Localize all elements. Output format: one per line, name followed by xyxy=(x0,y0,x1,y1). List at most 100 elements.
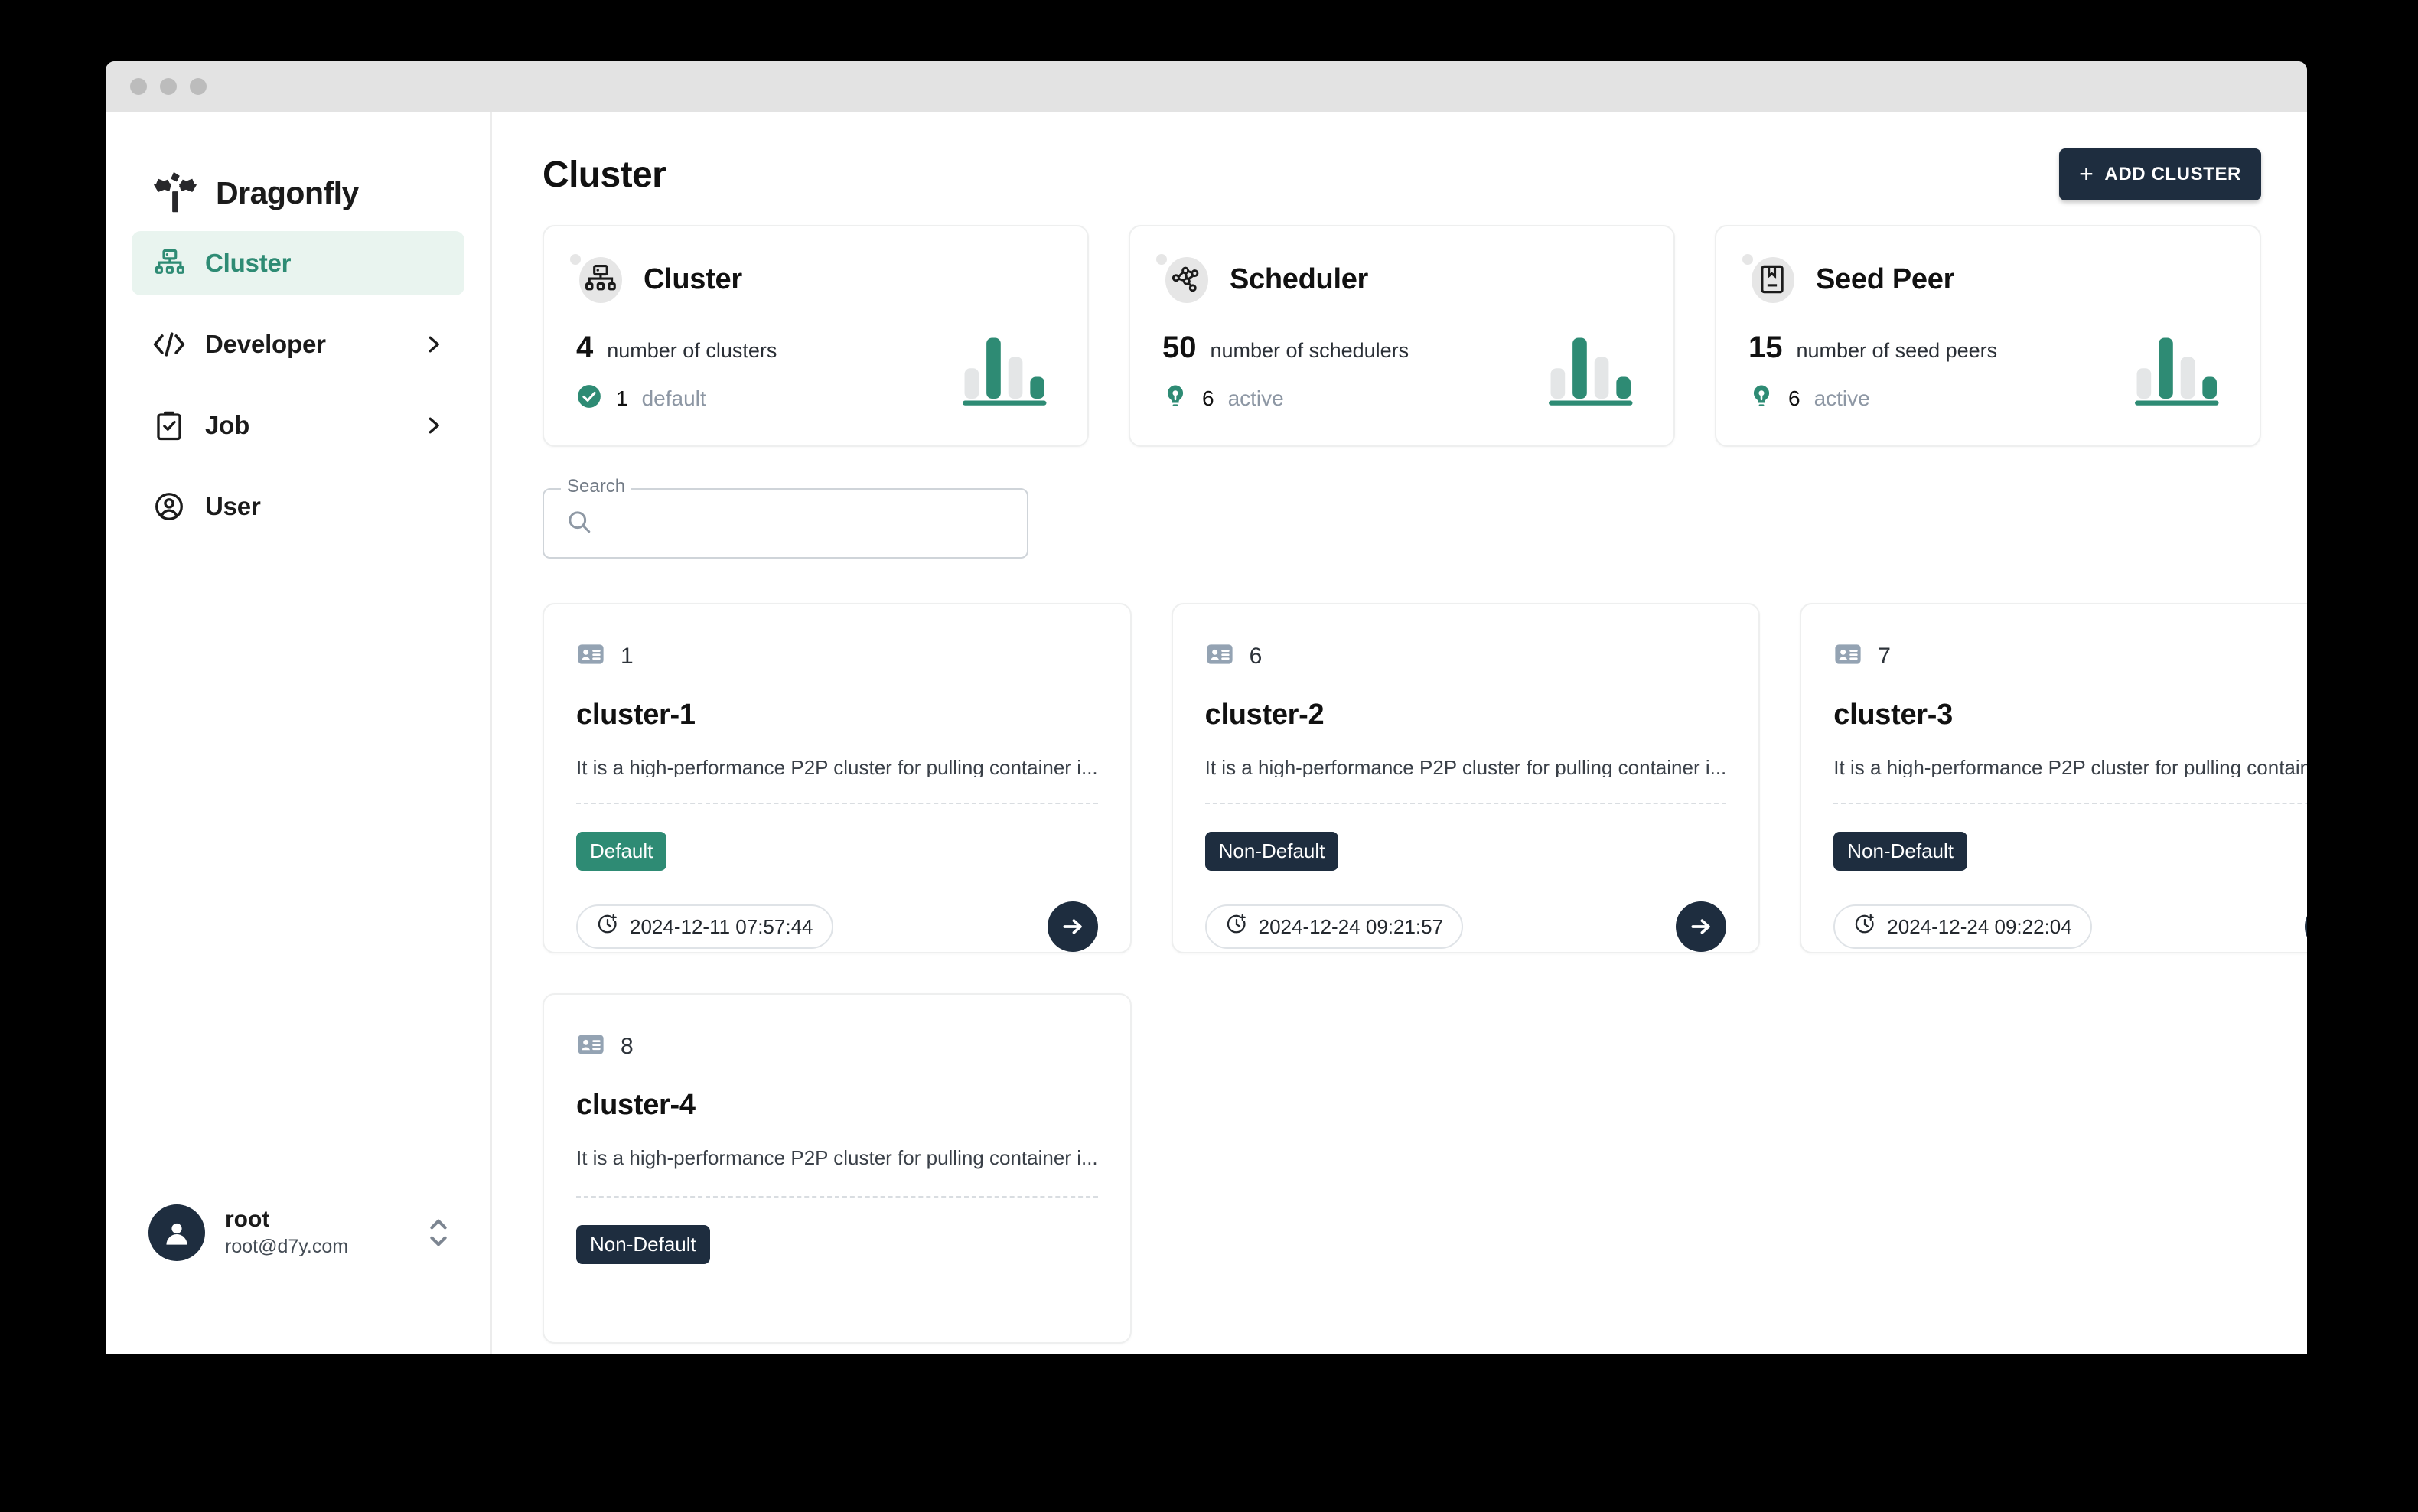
created-at-pill: 2024-12-24 09:22:04 xyxy=(1833,904,2092,949)
search-icon xyxy=(565,508,593,539)
stat-status-count: 6 xyxy=(1202,386,1214,410)
app-body: Dragonfly Cluster Developer Job User roo… xyxy=(106,112,2307,1354)
created-at-value: 2024-12-11 07:57:44 xyxy=(630,914,813,938)
clock-plus-icon xyxy=(596,913,619,941)
page-header: Cluster + ADD CLUSTER xyxy=(543,112,2261,225)
status-badge: Non-Default xyxy=(576,1225,710,1264)
open-cluster-button[interactable] xyxy=(1676,901,1727,952)
cluster-card-footer: 2024-12-24 09:22:04 xyxy=(1833,901,2307,952)
page-title: Cluster xyxy=(543,154,666,195)
add-cluster-button[interactable]: + ADD CLUSTER xyxy=(2059,148,2261,200)
sparkline-bar-chart xyxy=(1546,332,1641,410)
brand-name: Dragonfly xyxy=(216,174,359,210)
sidebar-item-label: Developer xyxy=(205,330,326,358)
id-badge-icon xyxy=(576,640,605,673)
stat-count: 15 xyxy=(1748,331,1783,364)
zoom-window-button[interactable] xyxy=(190,78,207,95)
cluster-icon xyxy=(570,254,624,303)
cluster-description: It is a high-performance P2P cluster for… xyxy=(576,1146,1098,1169)
sparkline-bar-chart xyxy=(2132,332,2227,410)
stat-card-seed-peer: Seed Peer 15 number of seed peers 6 acti… xyxy=(1715,225,2261,447)
search-input[interactable] xyxy=(605,511,988,536)
cluster-name: cluster-1 xyxy=(576,699,696,731)
stat-card-scheduler: Scheduler 50 number of schedulers 6 acti… xyxy=(1129,225,1675,447)
stat-count-label: number of clusters xyxy=(607,339,777,362)
cluster-id: 7 xyxy=(1878,643,1891,669)
minimize-window-button[interactable] xyxy=(160,78,177,95)
stat-count: 50 xyxy=(1162,331,1197,364)
cluster-card[interactable]: 1 cluster-1 It is a high-performance P2P… xyxy=(543,603,1132,953)
sidebar-item-cluster[interactable]: Cluster xyxy=(132,231,464,295)
cluster-card[interactable]: 8 cluster-4 It is a high-performance P2P… xyxy=(543,993,1132,1344)
cluster-description: It is a high-performance P2P cluster for… xyxy=(576,756,1098,777)
bulb-icon xyxy=(1748,383,1774,413)
open-cluster-button[interactable] xyxy=(2304,901,2307,952)
cluster-id-row: 6 xyxy=(1205,640,1727,673)
user-circle-icon xyxy=(152,489,187,524)
status-badge: Non-Default xyxy=(1204,832,1339,871)
cluster-card-grid: 1 cluster-1 It is a high-performance P2P… xyxy=(543,603,2307,1344)
seed-peer-icon xyxy=(1742,254,1796,303)
cluster-name: cluster-2 xyxy=(1204,699,1325,731)
plus-icon: + xyxy=(2079,160,2094,187)
clipboard-check-icon xyxy=(152,408,187,443)
cluster-id-row: 8 xyxy=(576,1030,1098,1063)
cluster-card-footer: 2024-12-11 07:57:44 xyxy=(576,901,1098,952)
dragonfly-logo-icon xyxy=(152,169,199,217)
stat-card-title: Scheduler xyxy=(1230,262,1369,295)
stat-status-label: active xyxy=(1227,386,1284,410)
stat-card-title: Seed Peer xyxy=(1816,262,1955,295)
cluster-card[interactable]: 7 cluster-3 It is a high-performance P2P… xyxy=(1800,603,2307,953)
bulb-icon xyxy=(1162,383,1188,413)
status-badge: Non-Default xyxy=(1833,832,1968,871)
scheduler-icon xyxy=(1156,254,1210,303)
stat-card-row: Cluster 4 number of clusters 1 default S… xyxy=(543,225,2261,447)
cluster-icon xyxy=(152,246,187,281)
id-badge-icon xyxy=(1833,640,1862,673)
user-account-switcher[interactable]: root root@d7y.com xyxy=(132,1204,466,1261)
code-icon xyxy=(152,327,187,362)
user-name: root xyxy=(225,1207,270,1233)
close-window-button[interactable] xyxy=(130,78,147,95)
add-cluster-label: ADD CLUSTER xyxy=(2104,164,2241,184)
stat-status-count: 6 xyxy=(1788,386,1800,410)
cluster-card-footer: 2024-12-24 09:21:57 xyxy=(1204,901,1727,952)
brand: Dragonfly xyxy=(132,112,464,226)
check-circle-icon xyxy=(576,383,602,413)
sidebar-item-job[interactable]: Job xyxy=(132,393,464,458)
cluster-id-row: 7 xyxy=(1833,640,2307,673)
stat-card-title: Cluster xyxy=(644,262,742,295)
sidebar-item-label: Cluster xyxy=(205,249,292,277)
search-box: Search xyxy=(543,476,1028,559)
stat-card-header: Cluster xyxy=(570,254,1055,303)
app-window: Dragonfly Cluster Developer Job User roo… xyxy=(106,61,2307,1354)
created-at-pill: 2024-12-24 09:21:57 xyxy=(1204,904,1464,949)
stat-card-header: Scheduler xyxy=(1156,254,1641,303)
chevron-right-icon xyxy=(422,333,445,356)
search-field[interactable] xyxy=(543,488,1028,559)
cluster-name: cluster-3 xyxy=(1833,699,1953,731)
stat-count-label: number of schedulers xyxy=(1210,339,1409,362)
stat-status-label: default xyxy=(641,386,706,410)
window-titlebar xyxy=(106,61,2307,112)
search-label: Search xyxy=(561,476,632,497)
status-badge: Default xyxy=(576,832,667,871)
cluster-card[interactable]: 6 cluster-2 It is a high-performance P2P… xyxy=(1171,603,1761,953)
sidebar-item-developer[interactable]: Developer xyxy=(132,312,464,376)
sidebar-nav: Cluster Developer Job User xyxy=(132,231,464,556)
sidebar-item-user[interactable]: User xyxy=(132,474,464,539)
stat-card-header: Seed Peer xyxy=(1742,254,2227,303)
stat-card-cluster: Cluster 4 number of clusters 1 default xyxy=(543,225,1089,447)
stat-count: 4 xyxy=(576,331,594,364)
created-at-pill: 2024-12-11 07:57:44 xyxy=(576,904,833,949)
open-cluster-button[interactable] xyxy=(1047,901,1098,952)
created-at-value: 2024-12-24 09:22:04 xyxy=(1887,914,2072,938)
cluster-description: It is a high-performance P2P cluster for… xyxy=(1204,756,1727,777)
divider xyxy=(1204,803,1727,804)
cluster-name: cluster-4 xyxy=(576,1089,696,1121)
cluster-id: 6 xyxy=(1249,643,1263,669)
sidebar-item-label: Job xyxy=(205,411,250,439)
stat-count-label: number of seed peers xyxy=(1796,339,1998,362)
chevron-up-down-icon xyxy=(428,1215,449,1250)
divider xyxy=(576,1196,1098,1198)
